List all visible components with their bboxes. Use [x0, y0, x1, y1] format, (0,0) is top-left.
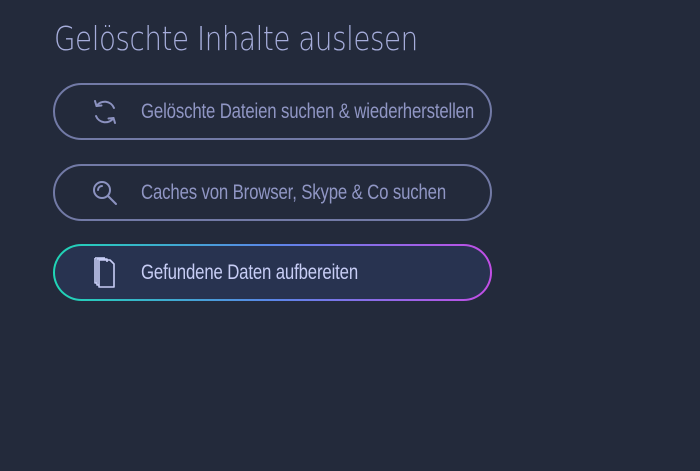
- page-title: Gelöschte Inhalte auslesen: [54, 19, 418, 58]
- documents-icon: [89, 256, 121, 289]
- refresh-icon: [89, 96, 121, 128]
- recover-deleted-files-label: Gelöschte Dateien suchen & wiederherstel…: [141, 99, 475, 123]
- process-found-data-label: Gefundene Daten aufbereiten: [141, 260, 359, 284]
- search-icon: [89, 177, 121, 209]
- search-caches-button[interactable]: Caches von Browser, Skype & Co suchen: [53, 164, 492, 221]
- search-caches-label: Caches von Browser, Skype & Co suchen: [141, 180, 447, 204]
- process-found-data-button[interactable]: Gefundene Daten aufbereiten: [53, 244, 492, 301]
- recover-deleted-files-button[interactable]: Gelöschte Dateien suchen & wiederherstel…: [53, 83, 492, 140]
